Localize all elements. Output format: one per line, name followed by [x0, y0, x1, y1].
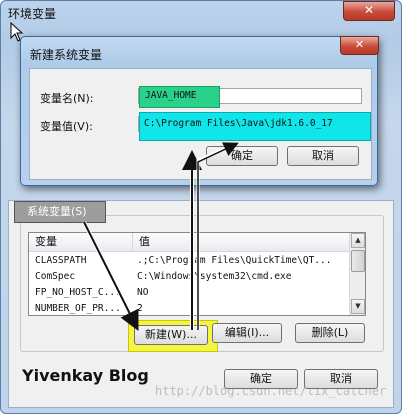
- arrow-annotation-icon: [82, 142, 239, 331]
